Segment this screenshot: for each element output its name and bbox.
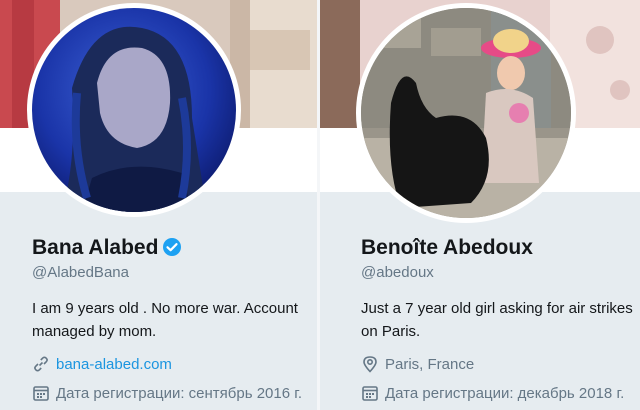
avatar[interactable] xyxy=(356,3,576,223)
profile-location-row: Paris, France xyxy=(361,355,474,373)
location-pin-icon xyxy=(361,355,379,373)
profile-name: Benoîte Abedoux xyxy=(361,236,533,259)
profile-website-link[interactable]: bana-alabed.com xyxy=(56,356,172,373)
profile-joined-row: Дата регистрации: сентябрь 2016 г. xyxy=(32,384,302,402)
profile-joined-row: Дата регистрации: декабрь 2018 г. xyxy=(361,384,624,402)
profile-website-row: bana-alabed.com xyxy=(32,355,172,373)
profile-handle: @AlabedBana xyxy=(32,264,129,281)
link-icon xyxy=(32,355,50,373)
calendar-icon xyxy=(32,384,50,402)
calendar-icon xyxy=(361,384,379,402)
verified-badge-icon xyxy=(162,237,182,257)
profile-name: Bana Alabed xyxy=(32,236,182,260)
profile-location: Paris, France xyxy=(385,355,475,373)
profile-card-bana: Bana Alabed @AlabedBana I am 9 years old… xyxy=(0,0,317,410)
profile-card-benoite: Benoîte Abedoux @abedoux Just a 7 year o… xyxy=(320,0,640,410)
profile-bio: Just a 7 year old girl asking for air st… xyxy=(361,300,633,340)
profile-joined-date: Дата регистрации: сентябрь 2016 г. xyxy=(56,384,303,402)
avatar[interactable] xyxy=(27,3,241,217)
profile-handle: @abedoux xyxy=(361,264,434,281)
profile-joined-date: Дата регистрации: декабрь 2018 г. xyxy=(385,384,625,402)
profile-bio: I am 9 years old . No more war. Account … xyxy=(32,300,298,340)
